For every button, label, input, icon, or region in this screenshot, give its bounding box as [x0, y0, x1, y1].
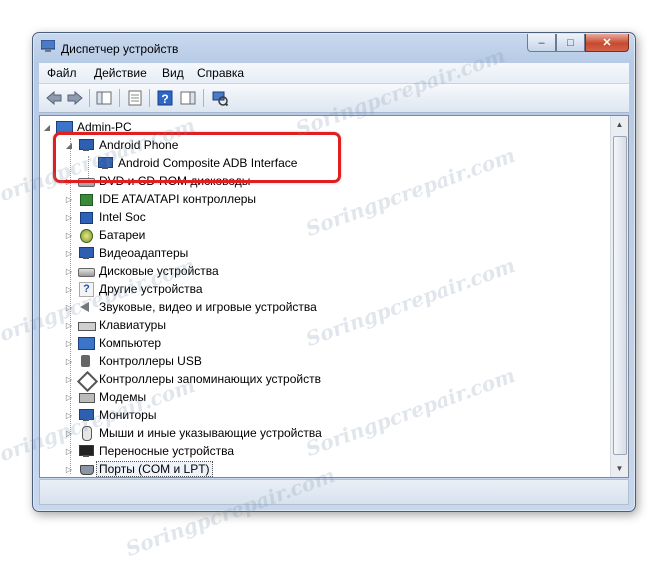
expand-icon[interactable]: ▷ — [64, 393, 74, 402]
close-button[interactable]: ✕ — [585, 34, 629, 52]
usb-icon — [78, 354, 94, 368]
menu-action[interactable]: Действие — [94, 66, 147, 80]
svg-text:?: ? — [161, 92, 168, 106]
expand-icon[interactable]: ▷ — [64, 465, 74, 474]
tree-item-label: Батареи — [99, 228, 146, 242]
vertical-scrollbar[interactable]: ▲ ▼ — [610, 116, 628, 477]
monitor-icon — [78, 408, 94, 422]
menu-file[interactable]: Файл — [47, 66, 77, 80]
tree-item-mice[interactable]: ▷ Мыши и иные указывающие устройства — [64, 424, 322, 442]
tree-item-storage-controllers[interactable]: ▷ Контроллеры запоминающих устройств — [64, 370, 321, 393]
expand-icon[interactable]: ▷ — [64, 285, 74, 294]
toolbar-separator — [89, 89, 90, 107]
device-manager-window: Диспетчер устройств – □ ✕ Файл Действие … — [32, 32, 636, 512]
chip-icon — [78, 192, 94, 206]
expand-icon[interactable]: ▷ — [64, 231, 74, 240]
tree-item-usb-controllers[interactable]: ▷ Контроллеры USB — [64, 352, 202, 370]
back-arrow-icon[interactable] — [45, 89, 63, 107]
scroll-thumb[interactable] — [613, 136, 627, 455]
unknown-device-icon: ? — [78, 282, 94, 297]
scroll-down-button[interactable]: ▼ — [611, 460, 628, 477]
expand-icon[interactable]: ▷ — [64, 213, 74, 222]
expand-icon[interactable]: ▷ — [64, 375, 74, 384]
tree-item-other-devices[interactable]: ▷ ? Другие устройства — [64, 280, 203, 298]
highlight-annotation — [53, 132, 341, 183]
storage-controller-icon — [76, 370, 99, 393]
speaker-icon — [78, 300, 94, 314]
toolbar-separator — [119, 89, 120, 107]
action-pane-icon[interactable] — [179, 89, 197, 107]
tree-item-label: Intel Soc — [99, 210, 146, 224]
expand-icon[interactable]: ▷ — [64, 429, 74, 438]
console-tree-icon[interactable] — [95, 89, 113, 107]
tree-item-keyboards[interactable]: ▷ Клавиатуры — [64, 316, 166, 334]
expand-icon[interactable]: ▷ — [64, 195, 74, 204]
battery-icon — [78, 228, 94, 243]
tree-item-label: Контроллеры запоминающих устройств — [99, 372, 321, 386]
scroll-up-button[interactable]: ▲ — [611, 116, 628, 133]
tree-item-modems[interactable]: ▷ Модемы — [64, 388, 146, 406]
tree-item-label: Мониторы — [99, 408, 157, 422]
disk-drive-icon — [78, 264, 95, 278]
tree-item-ports[interactable]: ▷ Порты (COM и LPT) — [64, 460, 213, 477]
tree-item-label: Модемы — [99, 390, 147, 404]
expand-icon[interactable]: ▷ — [64, 357, 74, 366]
tree-item-label: Мыши и иные указывающие устройства — [99, 426, 322, 440]
tree-item-ide-controllers[interactable]: ▷ IDE ATA/ATAPI контроллеры — [64, 190, 256, 208]
expand-icon[interactable]: ▷ — [64, 249, 74, 258]
expand-icon[interactable]: ▷ — [64, 321, 74, 330]
title-bar[interactable]: Диспетчер устройств – □ ✕ — [33, 33, 635, 59]
tree-item-computer[interactable]: ▷ Компьютер — [64, 334, 161, 352]
collapse-icon[interactable]: ◢ — [42, 123, 52, 132]
expand-icon[interactable]: ▷ — [64, 267, 74, 276]
window-title: Диспетчер устройств — [61, 42, 179, 56]
tree-item-sound-devices[interactable]: ▷ Звуковые, видео и игровые устройства — [64, 298, 317, 316]
tree-item-label: Переносные устройства — [99, 444, 235, 458]
tree-item-label: Компьютер — [99, 336, 162, 350]
device-manager-icon — [41, 40, 55, 52]
properties-icon[interactable] — [126, 89, 144, 107]
keyboard-icon — [78, 318, 96, 332]
monitor-icon — [78, 246, 94, 260]
expand-icon[interactable]: ▷ — [64, 303, 74, 312]
tree-item-label: Звуковые, видео и игровые устройства — [99, 300, 317, 314]
forward-arrow-icon[interactable] — [66, 89, 84, 107]
tree-item-intel-soc[interactable]: ▷ Intel Soc — [64, 208, 146, 226]
status-bar — [39, 479, 629, 505]
minimize-button[interactable]: – — [527, 34, 556, 52]
computer-icon — [78, 336, 95, 350]
tree-item-label: Контроллеры USB — [99, 354, 202, 368]
portable-device-icon — [78, 444, 94, 458]
port-icon — [78, 462, 94, 476]
tree-item-label: Другие устройства — [99, 282, 203, 296]
maximize-button[interactable]: □ — [556, 34, 585, 52]
tree-item-monitors[interactable]: ▷ Мониторы — [64, 406, 157, 424]
mouse-icon — [78, 426, 94, 441]
caption-buttons: – □ ✕ — [527, 34, 629, 52]
tree-item-label: Видеоадаптеры — [99, 246, 189, 260]
expand-icon[interactable]: ▷ — [64, 447, 74, 456]
expand-icon[interactable]: ▷ — [64, 411, 74, 420]
scan-hardware-icon[interactable] — [211, 89, 229, 107]
modem-icon — [78, 390, 95, 404]
tree-item-disk-drives[interactable]: ▷ Дисковые устройства — [64, 262, 219, 280]
menu-help[interactable]: Справка — [197, 66, 244, 80]
menu-view[interactable]: Вид — [162, 66, 184, 80]
tree-item-batteries[interactable]: ▷ Батареи — [64, 226, 145, 244]
tree-item-label: IDE ATA/ATAPI контроллеры — [99, 192, 257, 206]
tree-item-label: Порты (COM и LPT) — [96, 461, 213, 477]
chip-icon — [78, 210, 94, 224]
tree-item-portable-devices[interactable]: ▷ Переносные устройства — [64, 442, 234, 460]
toolbar-separator — [149, 89, 150, 107]
tree-item-label: Дисковые устройства — [99, 264, 219, 278]
menu-bar: Файл Действие Вид Справка — [39, 63, 629, 84]
help-icon[interactable]: ? — [156, 89, 174, 107]
expand-icon[interactable]: ▷ — [64, 339, 74, 348]
tree-item-label: Клавиатуры — [99, 318, 166, 332]
toolbar-separator — [203, 89, 204, 107]
tree-item-video-adapters[interactable]: ▷ Видеоадаптеры — [64, 244, 188, 262]
toolbar: ? — [39, 84, 629, 113]
